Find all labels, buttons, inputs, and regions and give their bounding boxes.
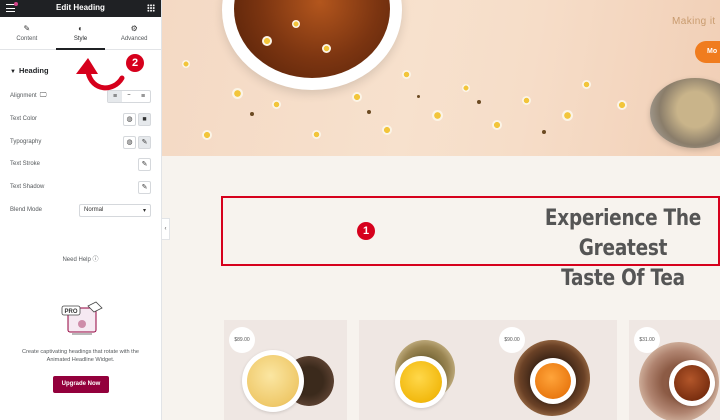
hero-section: Making it Mo [162,0,720,156]
caret-down-icon: ▼ [10,69,16,75]
product-card[interactable]: $90.00 [494,320,617,420]
text-shadow-control: Text Shadow ✎ [10,180,151,194]
herb-bowl-image [650,78,720,148]
widgets-grid-icon[interactable] [147,4,155,12]
annotation-arrow-icon [76,58,125,91]
product-card[interactable]: $89.00 [224,320,347,420]
tab-content[interactable]: ✎ Content [0,17,54,49]
blend-mode-select[interactable]: Normal ▾ [79,203,151,217]
edit-pencil-icon[interactable]: ✎ [138,180,151,194]
text-color-label: Text Color [10,116,38,122]
tab-advanced[interactable]: ⚙ Advanced [107,17,161,49]
chamomile-flower [292,20,300,28]
hero-more-button[interactable]: Mo [695,41,720,63]
edit-pencil-icon[interactable]: ✎ [138,135,151,149]
blend-mode-label: Blend Mode [10,207,43,213]
color-swatch-button[interactable]: ■ [138,112,151,126]
chamomile-flower [492,120,502,130]
tab-style[interactable]: ◐ Style [54,17,108,50]
upgrade-now-button[interactable]: Upgrade Now [53,376,109,393]
desktop-icon[interactable]: 🖵 [40,92,47,100]
text-stroke-control: Text Stroke ✎ [10,157,151,171]
chamomile-flower [232,88,243,99]
heading-widget[interactable]: 1 Experience The Greatest Taste Of Tea [221,196,720,291]
chamomile-flower [582,80,591,89]
align-justify-button[interactable]: ≡ [136,91,150,102]
pencil-icon: ✎ [23,24,31,33]
annotation-marker-1: 1 [357,222,375,240]
chamomile-flower [462,84,470,92]
product-card[interactable]: $31.00 [629,320,720,420]
tea-cup-image [222,0,402,90]
text-shadow-label: Text Shadow [10,184,45,190]
chamomile-flower [382,125,392,135]
chamomile-flower [202,130,212,140]
heading-line-1: Experience The Greatest [544,206,702,261]
need-help-link[interactable]: Need Help ⓘ [0,254,161,263]
chamomile-flower [522,96,531,105]
chevron-down-icon: ▾ [142,207,146,214]
tea-bud [250,112,254,116]
tab-advanced-label: Advanced [120,36,148,42]
section-heading-toggle[interactable]: ▼ Heading [10,66,49,75]
chamomile-flower [352,92,362,102]
panel-title: Edit Heading [56,3,105,12]
panel-tabs: ✎ Content ◐ Style ⚙ Advanced [0,17,161,50]
price-badge: $90.00 [499,327,525,353]
chamomile-flower [312,130,321,139]
chamomile-flower [617,100,627,110]
globe-icon[interactable]: ◍ [123,112,136,126]
section-heading: Experience The Greatest Taste Of Tea [539,198,707,294]
help-circle-icon: ⓘ [92,257,99,263]
typography-label: Typography [10,139,42,145]
price-badge: $89.00 [229,327,255,353]
alignment-label: Alignment [10,93,37,99]
heading-line-2: Taste Of Tea [561,266,685,291]
need-help-label: Need Help [62,257,91,263]
pro-promo-illustration: PRO [61,301,103,335]
globe-icon[interactable]: ◍ [123,135,136,149]
tea-bud [367,110,371,114]
chamomile-flower [402,70,411,79]
tea-cup-image [530,358,576,404]
text-color-control: Text Color ◍ ■ [10,112,151,126]
tea-cup-image [242,350,304,412]
half-circle-icon: ◐ [78,24,83,33]
chamomile-flower [262,36,272,46]
section-heading-label: Heading [18,66,49,75]
pro-badge-text: PRO [64,309,77,315]
promo-description: Create captivating headings that rotate … [22,349,139,363]
panel-header: Edit Heading [0,0,161,17]
chamomile-flower [182,60,190,68]
blend-mode-value: Normal [84,207,104,213]
chamomile-flower [432,110,443,121]
typography-control: Typography ◍ ✎ [10,135,151,149]
gear-icon: ⚙ [130,24,138,33]
chamomile-flower [272,100,281,109]
chamomile-flower [322,44,331,53]
edit-pencil-icon[interactable]: ✎ [138,157,151,171]
text-stroke-label: Text Stroke [10,161,41,167]
tea-bud [542,130,546,134]
tea-cup-image [669,360,715,406]
tab-style-label: Style [73,36,88,42]
annotation-marker-2: 2 [126,54,144,72]
tea-cup-image [395,356,447,408]
tab-content-label: Content [16,36,38,42]
collapse-panel-toggle[interactable]: ‹ [162,218,170,240]
hero-tagline: Making it [672,16,716,27]
blend-mode-control: Blend Mode Normal ▾ [10,203,151,217]
chamomile-flower [562,110,573,121]
editor-screen: Edit Heading ✎ Content ◐ Style ⚙ Advance… [0,0,720,420]
tea-bud [417,95,420,98]
tea-bud [477,100,481,104]
